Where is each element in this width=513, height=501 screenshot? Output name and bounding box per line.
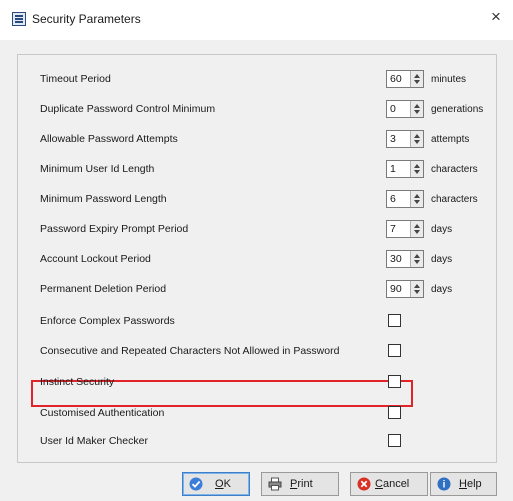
setting-unit: generations bbox=[431, 104, 484, 115]
spinner-value[interactable]: 6 bbox=[390, 193, 396, 205]
setting-unit: attempts bbox=[431, 134, 470, 145]
close-icon[interactable]: × bbox=[487, 8, 505, 26]
setting-row-timeout-period: Timeout Period 60 minutes bbox=[40, 70, 500, 90]
setting-row-password-attempts: Allowable Password Attempts 3 attempts bbox=[40, 130, 500, 150]
help-button[interactable]: i Help bbox=[430, 472, 497, 496]
checkmark-icon bbox=[189, 477, 203, 491]
spin-arrows-icon[interactable] bbox=[410, 281, 423, 297]
option-row-consecutive-chars: Consecutive and Repeated Characters Not … bbox=[40, 342, 500, 362]
setting-row-expiry-prompt: Password Expiry Prompt Period 7 days bbox=[40, 220, 500, 240]
consecutive-chars-checkbox[interactable] bbox=[388, 344, 401, 357]
lockout-period-spinner[interactable]: 30 bbox=[386, 250, 424, 268]
help-button-label: Help bbox=[459, 478, 482, 490]
setting-label: Duplicate Password Control Minimum bbox=[40, 103, 216, 115]
spin-arrows-icon[interactable] bbox=[410, 131, 423, 147]
complex-passwords-checkbox[interactable] bbox=[388, 314, 401, 327]
option-label: Enforce Complex Passwords bbox=[40, 315, 175, 327]
instinct-security-checkbox[interactable] bbox=[388, 375, 401, 388]
option-label: Consecutive and Repeated Characters Not … bbox=[40, 345, 340, 357]
option-row-complex-passwords: Enforce Complex Passwords bbox=[40, 312, 500, 332]
setting-unit: days bbox=[431, 284, 453, 295]
setting-label: Permanent Deletion Period bbox=[40, 283, 167, 295]
spin-arrows-icon[interactable] bbox=[410, 71, 423, 87]
spinner-value[interactable]: 1 bbox=[390, 163, 396, 175]
setting-unit: days bbox=[431, 224, 453, 235]
spinner-value[interactable]: 90 bbox=[390, 283, 402, 295]
option-label: Instinct Security bbox=[40, 376, 115, 388]
setting-label: Minimum Password Length bbox=[40, 193, 167, 205]
cancel-button-label: Cancel bbox=[375, 478, 410, 490]
spinner-value[interactable]: 3 bbox=[390, 133, 396, 145]
print-button-label: Print bbox=[290, 478, 313, 490]
printer-icon bbox=[268, 477, 282, 491]
cancel-icon bbox=[357, 477, 371, 491]
spin-arrows-icon[interactable] bbox=[410, 191, 423, 207]
option-row-instinct-security: Instinct Security bbox=[40, 373, 500, 393]
min-password-length-spinner[interactable]: 6 bbox=[386, 190, 424, 208]
title-bar: Security Parameters × bbox=[0, 0, 513, 40]
option-label: Customised Authentication bbox=[40, 407, 165, 419]
spin-arrows-icon[interactable] bbox=[410, 251, 423, 267]
ok-button[interactable]: OK bbox=[182, 472, 250, 496]
spinner-value[interactable]: 7 bbox=[390, 223, 396, 235]
password-attempts-spinner[interactable]: 3 bbox=[386, 130, 424, 148]
spinner-value[interactable]: 60 bbox=[390, 73, 402, 85]
setting-unit: minutes bbox=[431, 74, 467, 85]
ok-button-label: OK bbox=[215, 478, 231, 490]
setting-row-min-password-length: Minimum Password Length 6 characters bbox=[40, 190, 500, 210]
setting-label: Timeout Period bbox=[40, 73, 111, 85]
setting-label: Allowable Password Attempts bbox=[40, 133, 178, 145]
setting-unit: days bbox=[431, 254, 453, 265]
option-label: User Id Maker Checker bbox=[40, 435, 148, 447]
option-row-customised-auth: Customised Authentication bbox=[40, 404, 500, 424]
option-row-maker-checker: User Id Maker Checker bbox=[40, 432, 500, 452]
setting-label: Password Expiry Prompt Period bbox=[40, 223, 189, 235]
setting-label: Account Lockout Period bbox=[40, 253, 151, 265]
setting-unit: characters bbox=[431, 164, 478, 175]
cancel-button[interactable]: Cancel bbox=[350, 472, 428, 496]
print-button[interactable]: Print bbox=[261, 472, 339, 496]
app-icon bbox=[12, 12, 26, 26]
help-icon: i bbox=[437, 477, 451, 491]
setting-row-deletion-period: Permanent Deletion Period 90 days bbox=[40, 280, 500, 300]
setting-row-lockout-period: Account Lockout Period 30 days bbox=[40, 250, 500, 270]
spin-arrows-icon[interactable] bbox=[410, 161, 423, 177]
setting-unit: characters bbox=[431, 194, 478, 205]
spin-arrows-icon[interactable] bbox=[410, 221, 423, 237]
dialog-body: Timeout Period 60 minutes Duplicate Pass… bbox=[0, 40, 513, 501]
duplicate-password-spinner[interactable]: 0 bbox=[386, 100, 424, 118]
spin-arrows-icon[interactable] bbox=[410, 101, 423, 117]
customised-auth-checkbox[interactable] bbox=[388, 406, 401, 419]
setting-row-duplicate-password: Duplicate Password Control Minimum 0 gen… bbox=[40, 100, 500, 120]
setting-label: Minimum User Id Length bbox=[40, 163, 155, 175]
spinner-value[interactable]: 0 bbox=[390, 103, 396, 115]
spinner-value[interactable]: 30 bbox=[390, 253, 402, 265]
setting-row-min-userid-length: Minimum User Id Length 1 characters bbox=[40, 160, 500, 180]
timeout-period-spinner[interactable]: 60 bbox=[386, 70, 424, 88]
parameters-group: Timeout Period 60 minutes Duplicate Pass… bbox=[17, 54, 497, 463]
window-title: Security Parameters bbox=[32, 12, 141, 26]
maker-checker-checkbox[interactable] bbox=[388, 434, 401, 447]
expiry-prompt-spinner[interactable]: 7 bbox=[386, 220, 424, 238]
min-userid-length-spinner[interactable]: 1 bbox=[386, 160, 424, 178]
svg-text:i: i bbox=[443, 480, 446, 491]
deletion-period-spinner[interactable]: 90 bbox=[386, 280, 424, 298]
